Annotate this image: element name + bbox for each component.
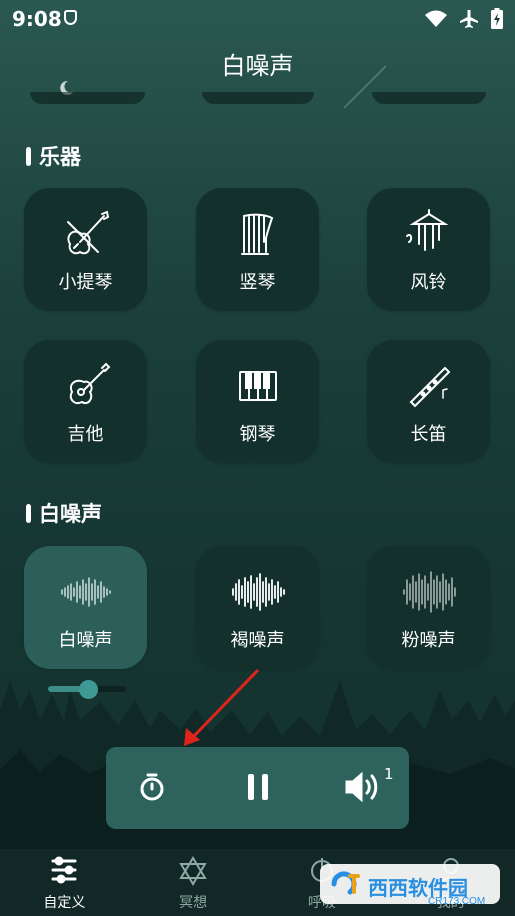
- pause-button[interactable]: [232, 761, 284, 813]
- sound-card-partial[interactable]: [30, 92, 145, 104]
- status-bar: 9:08: [0, 0, 515, 36]
- airplane-icon: [460, 9, 478, 28]
- pink-noise-wave-icon: [367, 566, 490, 618]
- star-of-david-icon: [179, 856, 207, 886]
- section-marker: [26, 146, 31, 166]
- piano-icon: [196, 360, 319, 412]
- nav-item-meditation[interactable]: 冥想: [129, 849, 258, 916]
- wind-chime-icon: [367, 208, 490, 260]
- nav-label: 自定义: [43, 895, 86, 911]
- battery-charging-icon: [491, 8, 503, 29]
- nav-item-custom[interactable]: 自定义: [0, 849, 129, 916]
- sound-card-label: 褐噪声: [230, 630, 285, 651]
- sound-card-wind-chime[interactable]: 风铃: [367, 188, 490, 311]
- nav-label: 冥想: [179, 895, 208, 911]
- pause-icon: [248, 774, 268, 800]
- sound-card-pink-noise[interactable]: 粉噪声: [367, 546, 490, 669]
- section-marker: [26, 503, 31, 523]
- timer-button[interactable]: [126, 761, 178, 813]
- sound-card-label: 小提琴: [58, 272, 113, 293]
- sound-card-label: 粉噪声: [401, 630, 456, 651]
- shooting-star: [343, 65, 387, 109]
- wifi-icon: [425, 10, 447, 27]
- sound-card-partial[interactable]: [372, 92, 486, 104]
- sliders-icon: [51, 856, 77, 884]
- volume-slider-thumb[interactable]: [78, 680, 98, 699]
- timer-icon: [140, 773, 164, 801]
- player-bar: 1: [106, 747, 409, 829]
- brown-noise-wave-icon: [196, 566, 319, 618]
- sound-card-label: 竖琴: [239, 272, 276, 293]
- flute-icon: [367, 360, 490, 412]
- sound-card-guitar[interactable]: 吉他: [24, 340, 147, 463]
- sound-card-brown-noise[interactable]: 褐噪声: [196, 546, 319, 669]
- sound-card-label: 风铃: [410, 272, 447, 293]
- shield-icon: [64, 10, 77, 25]
- sound-card-harp[interactable]: 竖琴: [196, 188, 319, 311]
- sound-card-label: 长笛: [410, 424, 447, 445]
- status-time: 9:08: [12, 7, 62, 31]
- section-title-text: 白噪声: [39, 502, 102, 526]
- sound-card-flute[interactable]: 长笛: [367, 340, 490, 463]
- page-title: 白噪声: [221, 52, 294, 80]
- sound-card-violin[interactable]: 小提琴: [24, 188, 147, 311]
- volume-button[interactable]: [336, 761, 388, 813]
- section-title-text: 乐器: [39, 145, 81, 169]
- sound-card-piano[interactable]: 钢琴: [196, 340, 319, 463]
- white-noise-wave-icon: [24, 566, 147, 618]
- sound-card-label: 白噪声: [58, 630, 113, 651]
- status-icons: [425, 8, 503, 29]
- section-title-instruments: 乐器: [26, 141, 81, 171]
- sound-card-label: 钢琴: [239, 424, 276, 445]
- sound-card-white-noise[interactable]: 白噪声: [24, 546, 147, 669]
- section-title-noise: 白噪声: [26, 498, 102, 528]
- harp-icon: [196, 208, 319, 260]
- watermark-subtext: CR173.COM: [428, 896, 486, 907]
- sound-card-label: 吉他: [67, 424, 104, 445]
- sound-card-partial[interactable]: [202, 92, 314, 104]
- volume-icon: [345, 771, 378, 803]
- guitar-icon: [24, 360, 147, 412]
- violin-icon: [24, 208, 147, 260]
- active-sound-count: 1: [384, 765, 394, 783]
